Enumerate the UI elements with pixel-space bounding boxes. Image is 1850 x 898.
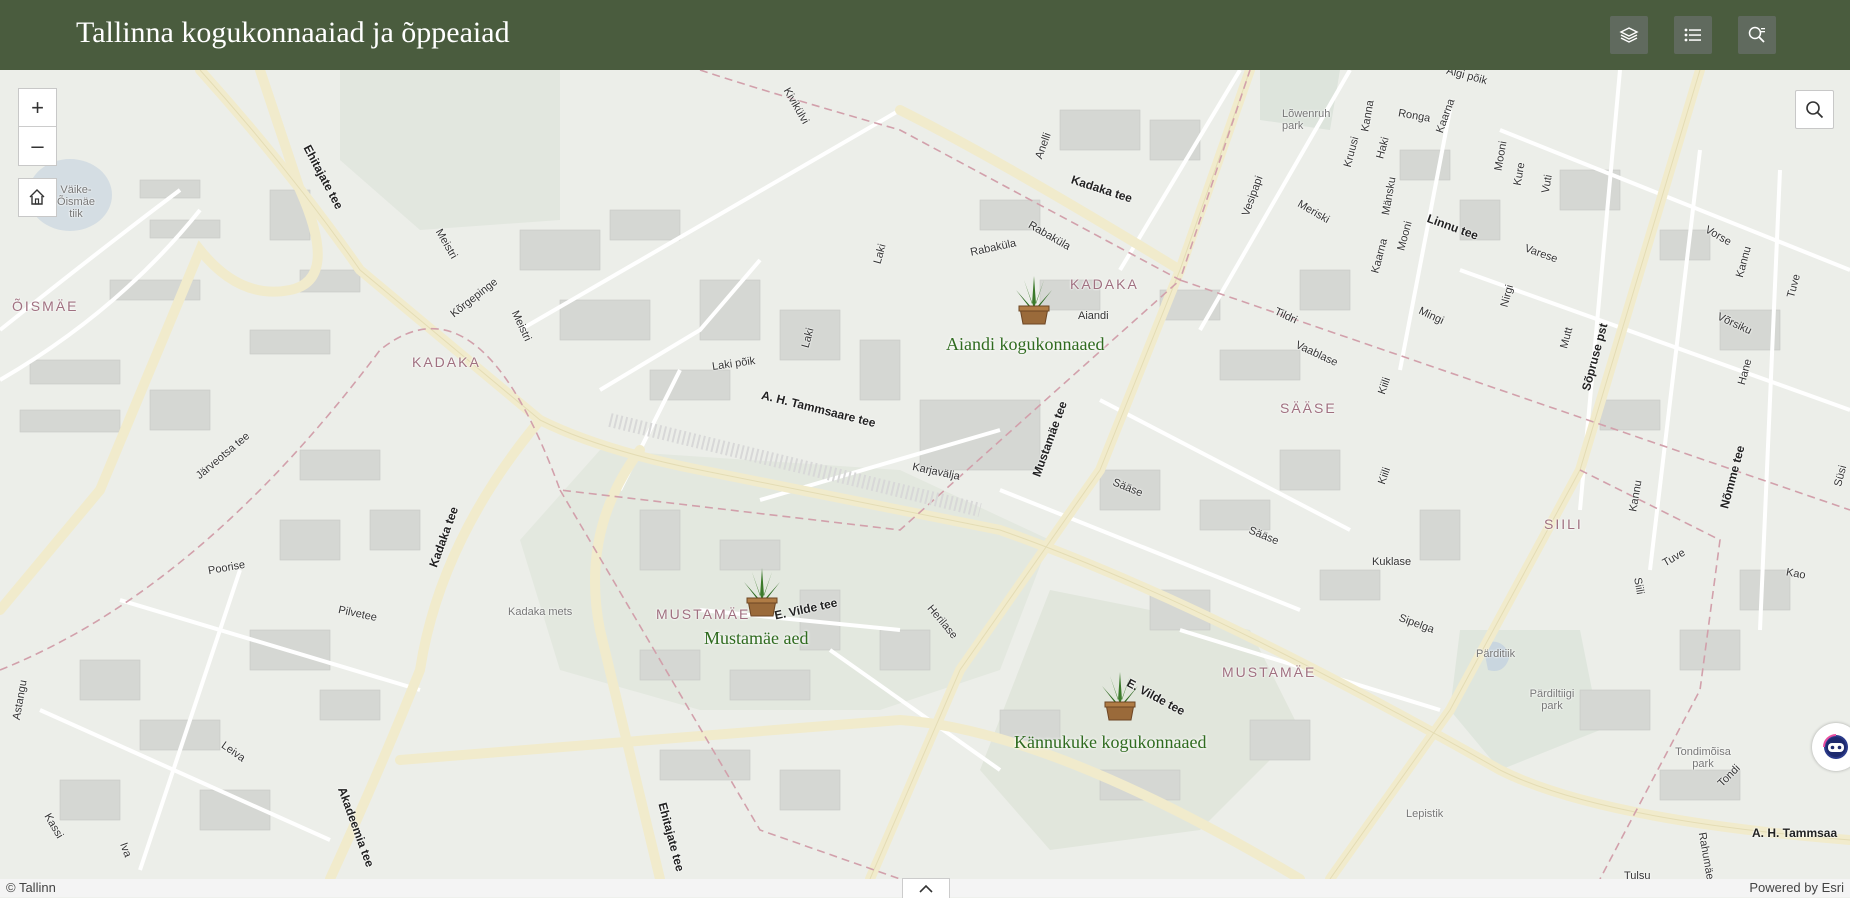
potted-plant-icon [1102,672,1138,721]
chevron-up-icon [919,884,933,893]
list-icon [1684,28,1701,42]
app-header: Tallinna kogukonnaaiad ja õppeaiad [0,0,1850,70]
zoom-control: + – [18,88,57,166]
home-icon [29,189,45,205]
map-search-button[interactable] [1795,90,1834,129]
garden-marker[interactable] [1096,670,1144,724]
place-label: Väike-Õismäe tiik [57,184,95,220]
legend-button[interactable] [1674,16,1712,54]
zoom-out-button[interactable]: – [19,127,56,164]
search-icon [1806,101,1824,119]
minor-street-label: Kuklase [1372,556,1412,568]
district-label: KADAKA [412,354,481,370]
minor-street-label: Aiandi [1078,310,1109,322]
district-label: MUSTAMÄE [656,606,751,622]
district-label: MUSTAMÄE [1222,664,1317,680]
place-label: Tondimõisa park [1675,746,1731,770]
app-title: Tallinna kogukonnaaiad ja õppeaiad [76,16,510,49]
place-label: Kadaka mets [508,606,573,618]
garden-marker[interactable] [1010,274,1058,328]
minor-street-label: Lepistik [1406,808,1444,820]
district-label: ÕISMÄE [12,298,79,314]
collapse-attribution-button[interactable] [902,878,950,898]
district-label: SIILI [1544,516,1583,532]
attribution-left: © Tallinn [6,880,56,895]
zoom-in-button[interactable]: + [19,89,56,126]
potted-plant-icon [1016,276,1052,325]
street-label: A. H. Tammsaa [1752,826,1838,840]
garden-label[interactable]: Kännukuke kogukonnaaed [1014,732,1206,753]
map-view[interactable]: ÕISMÄE KADAKA KADAKA SÄÄSE SIILI MUSTAMÄ… [0,70,1850,879]
minor-street-label: Tulsu [1624,870,1651,879]
assistant-button[interactable] [1812,723,1850,771]
district-label: SÄÄSE [1280,400,1337,416]
garden-marker[interactable] [738,566,786,620]
place-label: Pärdiltiigi park [1529,688,1575,712]
home-button[interactable] [18,178,57,217]
garden-label[interactable]: Aiandi kogukonnaaed [946,334,1104,355]
query-button[interactable] [1738,16,1776,54]
district-label: KADAKA [1070,276,1139,292]
layers-icon [1619,27,1639,43]
garden-label[interactable]: Mustamäe aed [704,628,808,649]
attribution-right[interactable]: Powered by Esri [1749,880,1844,895]
layers-button[interactable] [1610,16,1648,54]
place-label: Lõwenruh park [1282,108,1331,132]
place-label: Pärditiik [1476,648,1516,660]
search-list-icon [1748,26,1765,43]
potted-plant-icon [744,568,780,617]
assistant-icon [1823,734,1848,759]
